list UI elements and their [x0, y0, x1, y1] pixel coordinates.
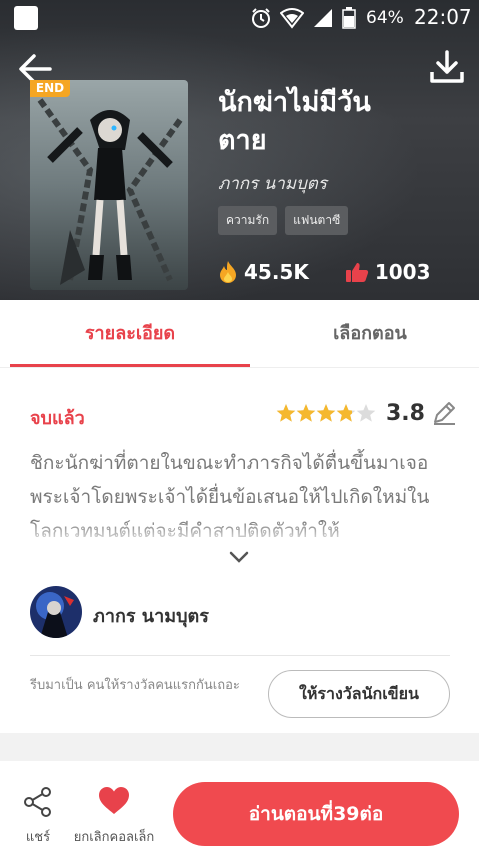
thumbs-up-icon: [345, 263, 368, 282]
author-avatar[interactable]: [30, 586, 82, 638]
share-icon: [24, 787, 51, 817]
status-bar: 64% 22:07: [0, 0, 479, 36]
favorite-label: ยกเลิกคอลเล็ก: [73, 830, 155, 845]
reward-author-button[interactable]: ให้รางวัลนักเขียน: [268, 670, 450, 718]
notification-icon: [14, 6, 38, 30]
chevron-down-icon: [229, 551, 249, 563]
book-author[interactable]: ภากร นามบุตร: [218, 170, 327, 197]
wifi-icon: [280, 8, 304, 29]
star-2[interactable]: [296, 404, 316, 422]
section-separator: [0, 733, 479, 761]
download-icon: [430, 50, 464, 83]
tab-detail[interactable]: รายละเอียด: [10, 300, 250, 368]
status-icons: [250, 6, 356, 30]
download-button[interactable]: [428, 48, 466, 86]
divider: [30, 655, 450, 656]
clock: 22:07: [414, 5, 472, 29]
end-badge: END: [30, 80, 70, 97]
signal-icon: [314, 9, 332, 27]
completion-status: จบแล้ว: [30, 408, 85, 429]
rating-value: 3.8: [386, 400, 425, 426]
avatar-image: [30, 586, 82, 638]
fire-icon: [220, 261, 236, 283]
battery-percent: 64%: [366, 8, 404, 28]
views-stat: 45.5K: [218, 260, 309, 284]
reward-prompt: รีบมาเป็น คนให้รางวัลคนแรกกันเถอะ: [30, 678, 240, 693]
book-cover[interactable]: [30, 80, 188, 290]
favorite-button[interactable]: ยกเลิกคอลเล็ก: [64, 784, 164, 845]
star-3[interactable]: [316, 404, 336, 422]
cover-illustration: [30, 80, 188, 290]
author-name[interactable]: ภากร นามบุตร: [93, 601, 209, 630]
edit-rating-icon[interactable]: [431, 400, 457, 426]
tab-bar: รายละเอียด เลือกตอน: [0, 300, 479, 368]
rating: 3.8: [276, 400, 457, 426]
book-header: 64% 22:07 END นักฆ่าไม่มีวันตาย ภากร นาม…: [0, 0, 479, 300]
tab-chapters[interactable]: เลือกตอน: [250, 300, 479, 368]
tag-romance[interactable]: ความรัก: [218, 206, 278, 235]
book-stats: 45.5K 1003: [218, 260, 467, 284]
active-tab-indicator: [10, 364, 250, 367]
star-rating[interactable]: [276, 402, 376, 424]
book-title: นักฆ่าไม่มีวันตาย: [218, 87, 371, 156]
views-count: 45.5K: [244, 260, 309, 284]
star-1[interactable]: [276, 404, 296, 422]
bottom-action-bar: แชร์ ยกเลิกคอลเล็ก อ่านตอนที่39ต่อ: [0, 770, 479, 854]
share-button[interactable]: แชร์: [14, 784, 62, 845]
likes-count: 1003: [374, 260, 431, 284]
alarm-icon: [252, 8, 270, 28]
continue-reading-button[interactable]: อ่านตอนที่39ต่อ: [173, 782, 459, 846]
battery-icon: [342, 7, 356, 29]
tag-fantasy[interactable]: แฟนตาซี: [285, 206, 349, 235]
synopsis-fade: [0, 520, 479, 548]
heart-icon: [99, 787, 129, 814]
expand-synopsis-button[interactable]: [226, 546, 252, 568]
tag-list: ความรัก แฟนตาซี: [218, 206, 349, 235]
star-5[interactable]: [356, 404, 376, 422]
star-4[interactable]: [336, 404, 356, 422]
share-label: แชร์: [25, 830, 51, 845]
likes-stat: 1003: [345, 260, 431, 284]
